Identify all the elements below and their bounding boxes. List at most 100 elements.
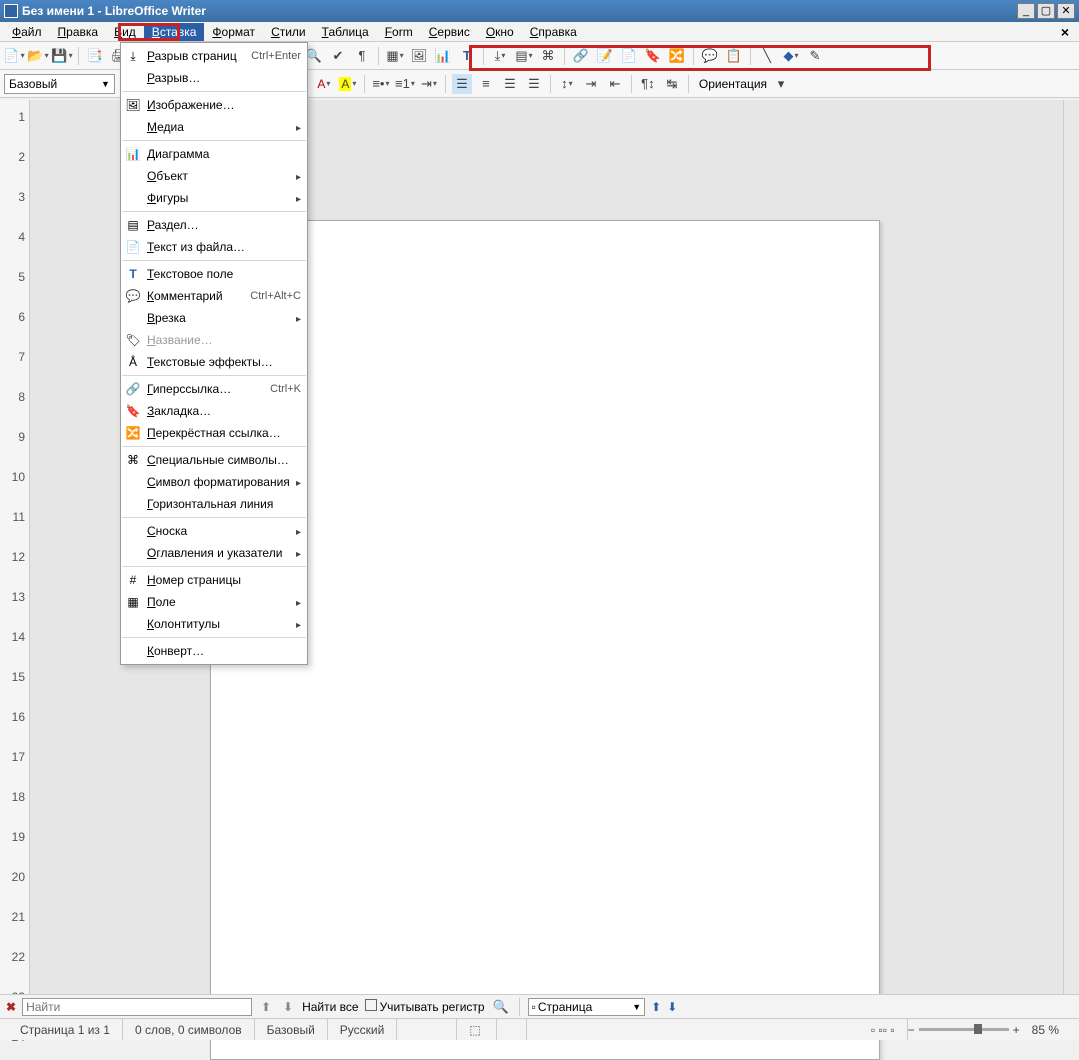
status-signature[interactable] <box>497 1019 527 1040</box>
find-input[interactable] <box>22 998 252 1016</box>
menuitem-медиа[interactable]: Медиа <box>121 116 307 138</box>
save-button[interactable]: 💾 <box>52 46 72 66</box>
match-case-checkbox[interactable]: Учитывать регистр <box>365 999 485 1014</box>
menu-вид[interactable]: Вид <box>106 23 144 41</box>
navigate-by-combo[interactable]: ▫ Страница ▼ <box>528 998 646 1016</box>
menuitem-номерстраницы[interactable]: #Номер страницы <box>121 569 307 591</box>
menu-окно[interactable]: Окно <box>478 23 522 41</box>
number-list-button[interactable]: ≡1 <box>395 74 415 94</box>
menuitem-раздел[interactable]: ▤Раздел… <box>121 214 307 236</box>
menuitem-закладка[interactable]: 🔖Закладка… <box>121 400 307 422</box>
menuitem-конверт[interactable]: Конверт… <box>121 640 307 662</box>
bullet-list-button[interactable]: ≡• <box>371 74 391 94</box>
menu-справка[interactable]: Справка <box>522 23 585 41</box>
menuitem-оглавленияиуказатели[interactable]: Оглавления и указатели <box>121 542 307 564</box>
comment-button[interactable]: 💬 <box>700 46 720 66</box>
zoom-in-button[interactable]: + <box>1013 1023 1020 1037</box>
indent-inc-button[interactable]: ⇥ <box>581 74 601 94</box>
hyperlink-button[interactable]: 🔗 <box>571 46 591 66</box>
trackchanges-button[interactable]: 📋 <box>724 46 744 66</box>
menu-таблица[interactable]: Таблица <box>314 23 377 41</box>
export-pdf-button[interactable]: 📑 <box>85 46 105 66</box>
field-button[interactable]: ▤ <box>514 46 534 66</box>
minimize-button[interactable]: _ <box>1017 3 1035 19</box>
menuitem-гиперссылка[interactable]: 🔗Гиперссылка…Ctrl+K <box>121 378 307 400</box>
vertical-scrollbar[interactable] <box>1063 100 1079 994</box>
menu-правка[interactable]: Правка <box>50 23 107 41</box>
orientation-button[interactable]: ▾ <box>771 74 791 94</box>
new-doc-button[interactable]: 📄 <box>4 46 24 66</box>
menuitem-диаграмма[interactable]: 📊Диаграмма <box>121 143 307 165</box>
endnote-button[interactable]: 📄 <box>619 46 639 66</box>
menuitem-объект[interactable]: Объект <box>121 165 307 187</box>
zoom-out-button[interactable]: − <box>908 1023 915 1037</box>
menuitem-символформатирования[interactable]: Символ форматирования <box>121 471 307 493</box>
insert-image-button[interactable]: 🖼 <box>409 46 429 66</box>
menu-сервис[interactable]: Сервис <box>421 23 478 41</box>
specialchar-button[interactable]: ⌘ <box>538 46 558 66</box>
menuitem-текстовоеполе[interactable]: TТекстовое поле <box>121 263 307 285</box>
menuitem-изображение[interactable]: 🖼Изображение… <box>121 94 307 116</box>
maximize-button[interactable]: ▢ <box>1037 3 1055 19</box>
menuitem-сноска[interactable]: Сноска <box>121 520 307 542</box>
menuitem-разрыв[interactable]: Разрыв… <box>121 67 307 89</box>
menu-вставка[interactable]: Вставка <box>144 23 205 41</box>
menuitem-разрывстраниц[interactable]: ⤓Разрыв страницCtrl+Enter <box>121 45 307 67</box>
para-spacing-button[interactable]: ¶↕ <box>638 74 658 94</box>
line-button[interactable]: ╲ <box>757 46 777 66</box>
menuitem-поле[interactable]: ▦Поле <box>121 591 307 613</box>
find-all-button[interactable]: Найти все <box>302 1000 359 1014</box>
crossref-button[interactable]: 🔀 <box>667 46 687 66</box>
align-center-button[interactable]: ≡ <box>476 74 496 94</box>
page-break-button[interactable]: ⤓ <box>490 46 510 66</box>
menuitem-колонтитулы[interactable]: Колонтитулы <box>121 613 307 635</box>
status-selection-mode[interactable]: ⬚ <box>457 1019 497 1040</box>
highlight-color-button[interactable]: A <box>338 74 358 94</box>
menuitem-комментарий[interactable]: 💬КомментарийCtrl+Alt+C <box>121 285 307 307</box>
shapes-button[interactable]: ◆ <box>781 46 801 66</box>
zoom-percent[interactable]: 85 % <box>1020 1019 1071 1040</box>
find-next-button[interactable]: ⬇ <box>280 999 296 1015</box>
find-options-button[interactable]: 🔍 <box>491 997 511 1017</box>
indent-dec-button[interactable]: ⇤ <box>605 74 625 94</box>
drawfunctions-button[interactable]: ✎ <box>805 46 825 66</box>
status-page[interactable]: Страница 1 из 1 <box>8 1019 123 1040</box>
menuitem-фигуры[interactable]: Фигуры <box>121 187 307 209</box>
menuitem-текстизфайла[interactable]: 📄Текст из файла… <box>121 236 307 258</box>
document-page[interactable] <box>210 220 880 1060</box>
menu-формат[interactable]: Формат <box>204 23 263 41</box>
zoom-controls[interactable]: − + <box>908 1023 1020 1037</box>
view-layout-buttons[interactable]: ▫ ▫▫ ▫ <box>859 1019 908 1040</box>
align-right-button[interactable]: ☰ <box>500 74 520 94</box>
insert-textbox-button[interactable]: T <box>457 46 477 66</box>
menu-стили[interactable]: Стили <box>263 23 314 41</box>
align-left-button[interactable]: ☰ <box>452 74 472 94</box>
formatting-marks-button[interactable]: ¶ <box>352 46 372 66</box>
nav-prev-button[interactable]: ⬆ <box>651 1000 661 1014</box>
menu-form[interactable]: Form <box>377 23 421 41</box>
bookmark-button[interactable]: 🔖 <box>643 46 663 66</box>
insert-chart-button[interactable]: 📊 <box>433 46 453 66</box>
close-button[interactable]: ✕ <box>1057 3 1075 19</box>
paragraph-style-combo[interactable]: Базовый ▼ <box>4 74 115 94</box>
tabs-button[interactable]: ↹ <box>662 74 682 94</box>
menuitem-специальныесимволы[interactable]: ⌘Специальные символы… <box>121 449 307 471</box>
find-prev-button[interactable]: ⬆ <box>258 999 274 1015</box>
menuitem-горизонтальнаялиния[interactable]: Горизонтальная линия <box>121 493 307 515</box>
table-button[interactable]: ▦ <box>385 46 405 66</box>
menuitem-текстовыеэффекты[interactable]: ÅТекстовые эффекты… <box>121 351 307 373</box>
menuitem-перекрстнаяссылка[interactable]: 🔀Перекрёстная ссылка… <box>121 422 307 444</box>
status-style[interactable]: Базовый <box>255 1019 328 1040</box>
close-findbar-button[interactable]: ✖ <box>6 1000 16 1014</box>
menu-файл[interactable]: Файл <box>4 23 50 41</box>
menuitem-врезка[interactable]: Врезка <box>121 307 307 329</box>
status-wordcount[interactable]: 0 слов, 0 символов <box>123 1019 255 1040</box>
spellcheck-button[interactable]: ✔ <box>328 46 348 66</box>
close-document-button[interactable]: × <box>1055 24 1075 40</box>
line-spacing-button[interactable]: ↕ <box>557 74 577 94</box>
zoom-slider[interactable] <box>919 1028 1009 1031</box>
nav-next-button[interactable]: ⬇ <box>667 1000 677 1014</box>
font-color-button[interactable]: A <box>314 74 334 94</box>
status-language[interactable]: Русский <box>328 1019 398 1040</box>
footnote-button[interactable]: 📝 <box>595 46 615 66</box>
